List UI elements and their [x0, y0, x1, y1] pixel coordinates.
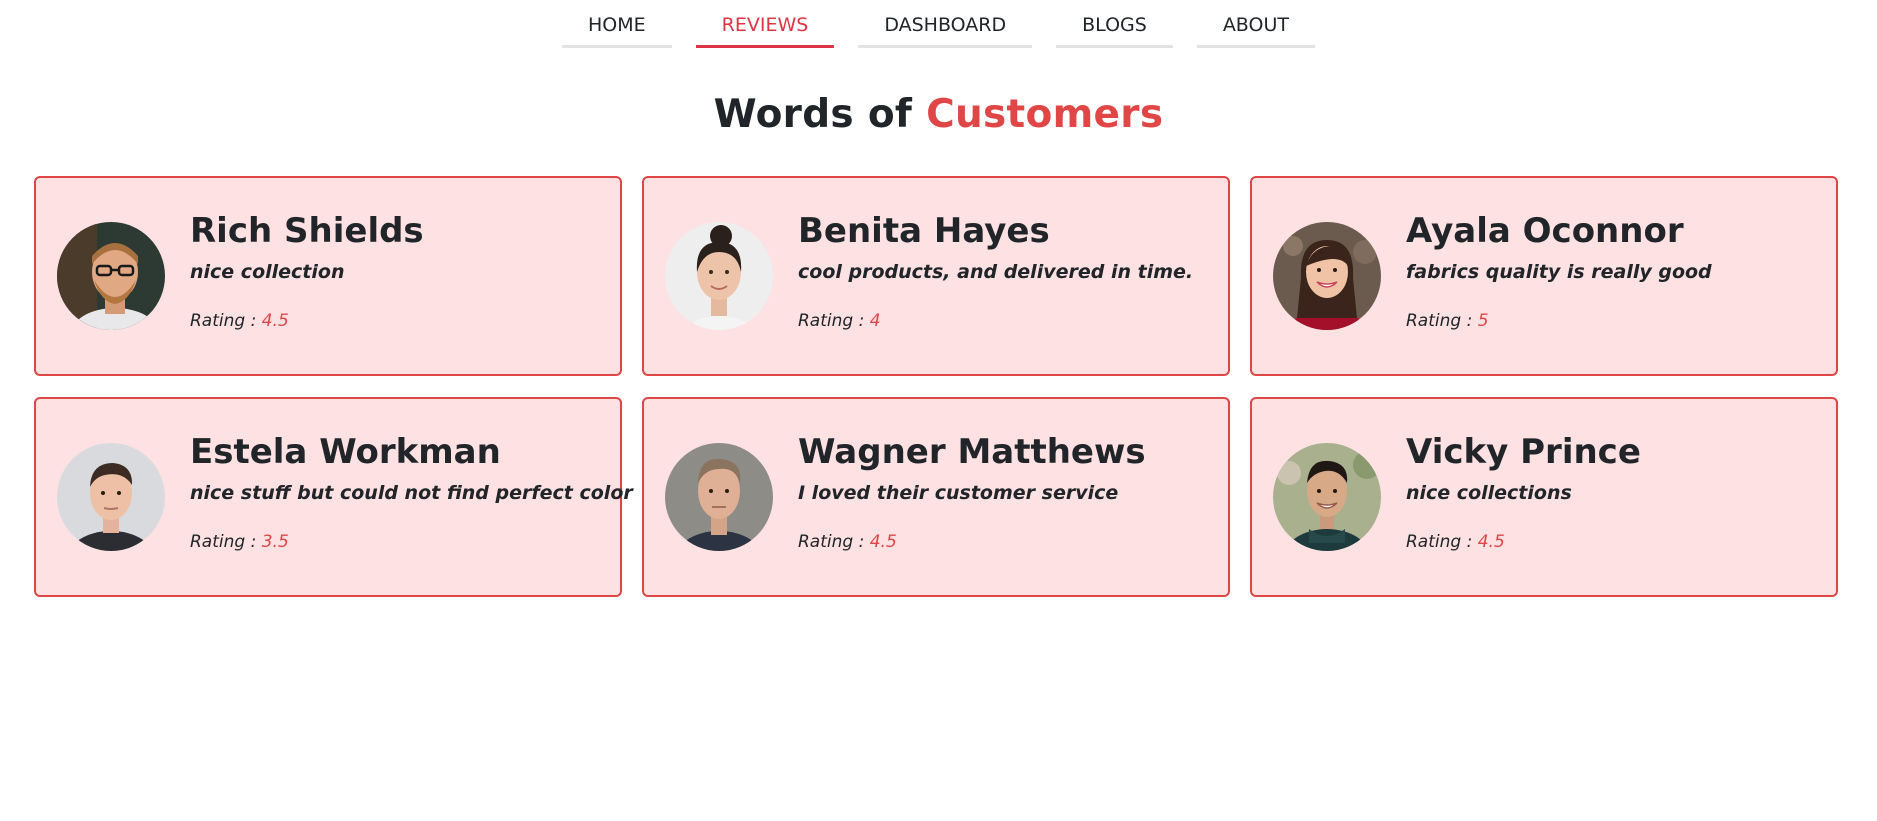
avatar [57, 222, 165, 330]
review-card: Estela Workman nice stuff but could not … [34, 397, 633, 597]
page-title-accent: Customers [926, 92, 1164, 137]
top-nav: HOME REVIEWS DASHBOARD BLOGS ABOUT [0, 0, 1877, 48]
review-comment: I loved their customer service [798, 482, 1119, 504]
rating-value: 4 [869, 311, 881, 331]
rating-value: 4.5 [1477, 532, 1505, 552]
reviewer-name: Benita Hayes [798, 211, 1050, 251]
review-comment: nice collections [1406, 482, 1572, 504]
avatar [1273, 443, 1381, 551]
review-comment: nice stuff but could not find perfect co… [190, 482, 633, 504]
review-card: Vicky Prince nice collections Rating : 4… [1250, 397, 1838, 597]
page-title: Words of Customers [0, 92, 1877, 138]
review-rating: Rating : 5 [1406, 310, 1822, 332]
rating-label: Rating : [1406, 311, 1478, 331]
review-card: Ayala Oconnor fabrics quality is really … [1250, 176, 1838, 376]
reviewer-name: Rich Shields [190, 211, 424, 251]
reviewer-name: Vicky Prince [1406, 432, 1641, 472]
review-rating: Rating : 4.5 [190, 310, 606, 332]
nav-item-about[interactable]: ABOUT [1196, 13, 1315, 48]
rating-label: Rating : [190, 311, 262, 331]
rating-label: Rating : [1406, 532, 1478, 552]
review-comment: fabrics quality is really good [1406, 261, 1712, 283]
review-info: Vicky Prince nice collections Rating : 4… [1406, 431, 1822, 553]
reviews-grid: Rich Shields nice collection Rating : 4.… [34, 176, 1839, 597]
review-info: Ayala Oconnor fabrics quality is really … [1406, 210, 1822, 332]
review-card: Rich Shields nice collection Rating : 4.… [34, 176, 622, 376]
rating-value: 4.5 [869, 532, 897, 552]
avatar [665, 222, 773, 330]
reviewer-name: Wagner Matthews [798, 432, 1146, 472]
nav-item-home[interactable]: HOME [562, 13, 672, 48]
rating-value: 4.5 [261, 311, 289, 331]
review-info: Estela Workman nice stuff but could not … [190, 431, 633, 553]
rating-label: Rating : [798, 532, 870, 552]
page-title-prefix: Words of [713, 92, 927, 137]
review-card: Benita Hayes cool products, and delivere… [642, 176, 1230, 376]
review-card: Wagner Matthews I loved their customer s… [642, 397, 1230, 597]
review-comment: nice collection [190, 261, 345, 283]
review-info: Wagner Matthews I loved their customer s… [798, 431, 1214, 553]
review-rating: Rating : 3.5 [190, 531, 606, 553]
review-rating: Rating : 4 [798, 310, 1214, 332]
review-info: Rich Shields nice collection Rating : 4.… [190, 210, 606, 332]
avatar [665, 443, 773, 551]
review-comment: cool products, and delivered in time. [798, 261, 1194, 283]
avatar [57, 443, 165, 551]
nav-item-blogs[interactable]: BLOGS [1056, 13, 1173, 48]
review-rating: Rating : 4.5 [798, 531, 1214, 553]
rating-label: Rating : [190, 532, 262, 552]
review-rating: Rating : 4.5 [1406, 531, 1822, 553]
reviewer-name: Ayala Oconnor [1406, 211, 1684, 251]
rating-value: 3.5 [261, 532, 289, 552]
review-info: Benita Hayes cool products, and delivere… [798, 210, 1214, 332]
nav-item-dashboard[interactable]: DASHBOARD [858, 13, 1033, 48]
rating-label: Rating : [798, 311, 870, 331]
nav-item-reviews[interactable]: REVIEWS [695, 13, 835, 48]
reviewer-name: Estela Workman [190, 432, 501, 472]
avatar [1273, 222, 1381, 330]
rating-value: 5 [1477, 311, 1489, 331]
